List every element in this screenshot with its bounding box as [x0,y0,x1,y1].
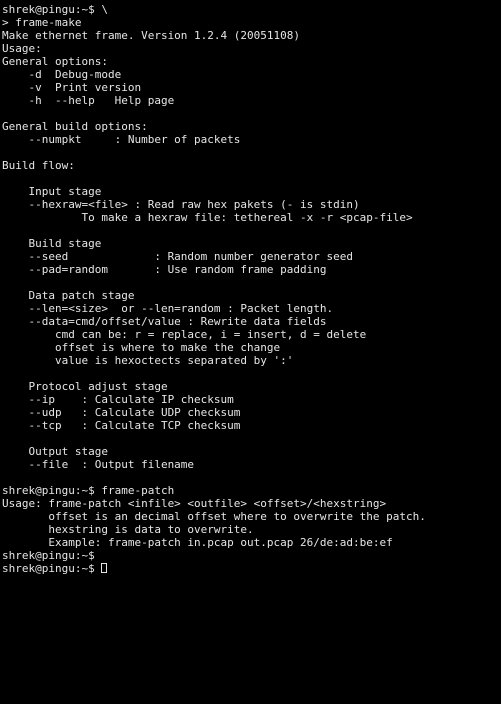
terminal-line: shrek@pingu:~$ [2,549,95,562]
terminal-line: -h --help Help page [2,94,175,107]
terminal-line: offset is an decimal offset where to ove… [2,510,426,523]
terminal-line: Output stage [2,445,108,458]
terminal-line: --tcp : Calculate TCP checksum [2,419,241,432]
terminal-line: Data patch stage [2,289,135,302]
terminal-line: Build stage [2,237,102,250]
terminal-line: -d Debug-mode [2,68,122,81]
terminal-line: shrek@pingu:~$ \ [2,3,108,16]
terminal-line: shrek@pingu:~$ frame-patch [2,484,175,497]
terminal-line: To make a hexraw file: tethereal -x -r <… [2,211,413,224]
terminal-cursor-line: shrek@pingu:~$ [2,562,501,575]
terminal-line: offset is where to make the change [2,341,281,354]
text-cursor [101,563,108,573]
terminal-line: Protocol adjust stage [2,380,168,393]
terminal-line: --len=<size> or --len=random : Packet le… [2,302,334,315]
terminal-screen[interactable]: shrek@pingu:~$ \ > frame-make Make etherne… [2,3,501,575]
terminal-line: Usage: [2,42,42,55]
terminal-line: --ip : Calculate IP checksum [2,393,234,406]
terminal-line: --data=cmd/offset/value : Rewrite data f… [2,315,327,328]
terminal-line: --hexraw=<file> : Read raw hex pakets (-… [2,198,360,211]
terminal-line: --udp : Calculate UDP checksum [2,406,241,419]
terminal-line: --numpkt : Number of packets [2,133,241,146]
terminal-line: -v Print version [2,81,142,94]
terminal-line: Example: frame-patch in.pcap out.pcap 26… [2,536,393,549]
terminal-line: --pad=random : Use random frame padding [2,263,327,276]
terminal-line: --file : Output filename [2,458,195,471]
terminal-line: --seed : Random number generator seed [2,250,353,263]
terminal-line: hexstring is data to overwrite. [2,523,254,536]
terminal-line: value is hexoctects separated by ':' [2,354,294,367]
terminal-line: Make ethernet frame. Version 1.2.4 (2005… [2,29,301,42]
terminal-line: Build flow: [2,159,75,172]
terminal-window[interactable]: shrek@pingu:~$ \ > frame-make Make etherne… [0,0,501,704]
terminal-line: Usage: frame-patch <infile> <outfile> <o… [2,497,387,510]
terminal-line: General options: [2,55,108,68]
terminal-line: General build options: [2,120,148,133]
terminal-line: Input stage [2,185,102,198]
terminal-line: cmd can be: r = replace, i = insert, d =… [2,328,367,341]
terminal-line: > frame-make [2,16,82,29]
